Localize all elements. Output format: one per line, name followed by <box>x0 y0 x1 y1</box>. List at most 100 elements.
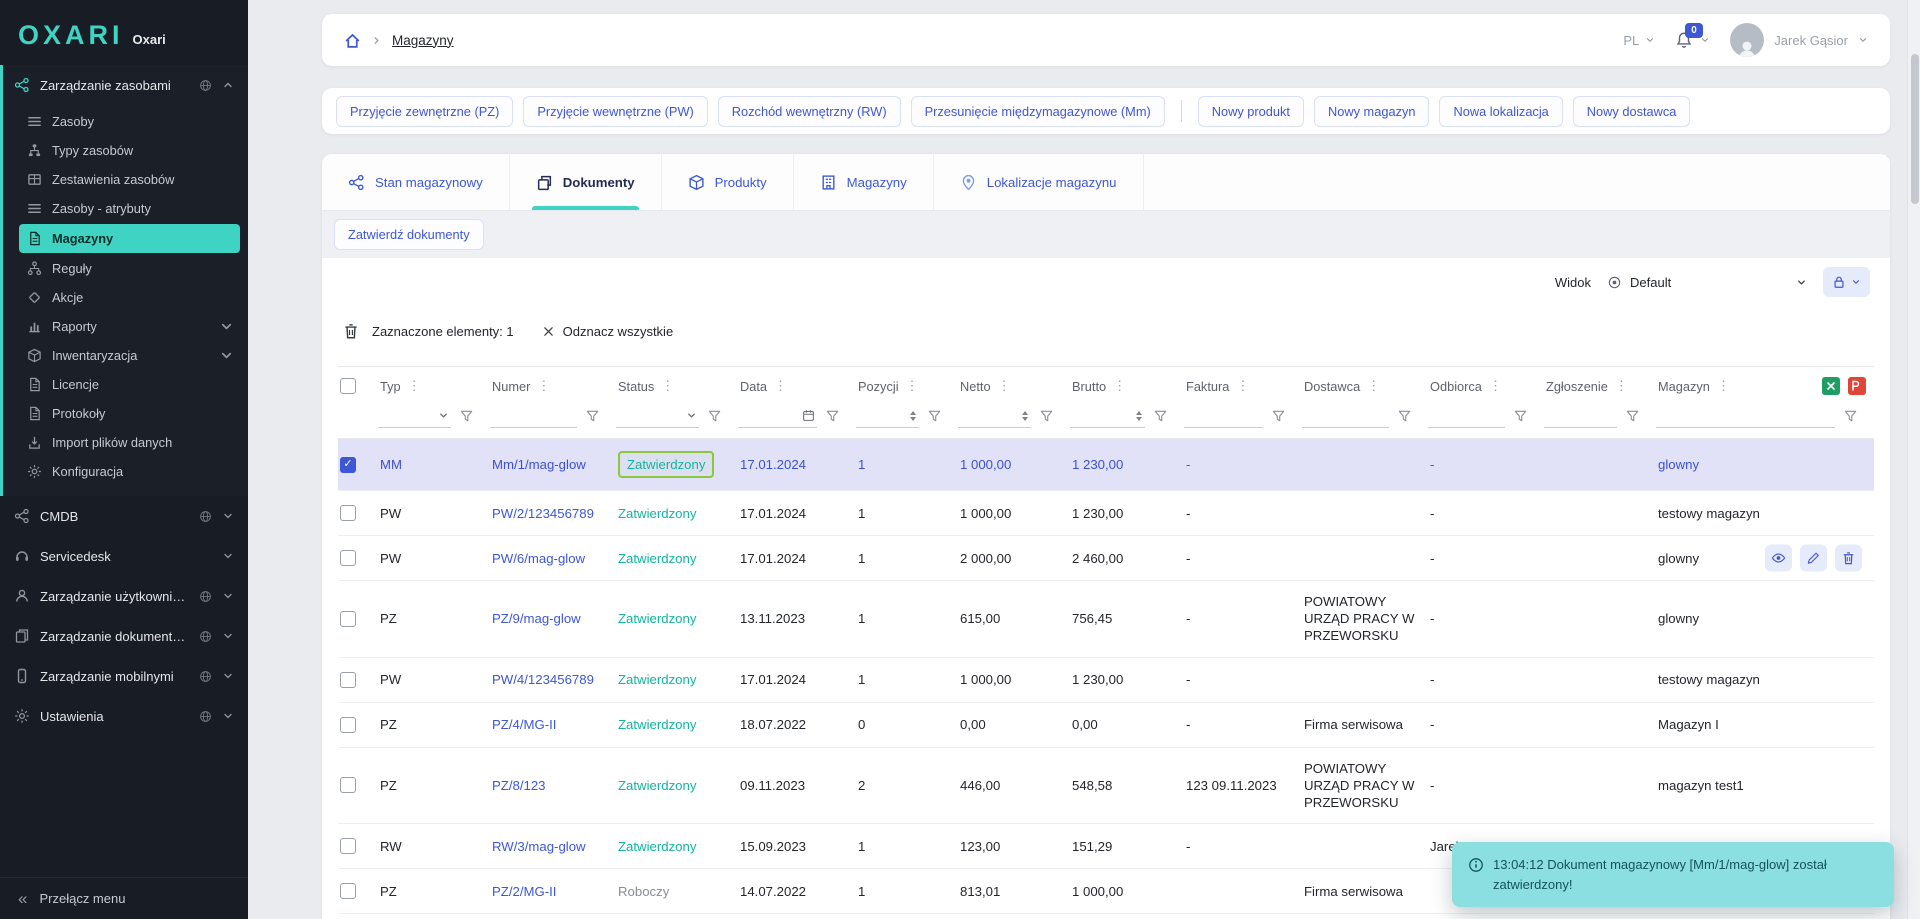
sidebar-item-protokoly[interactable]: Protokoły <box>3 399 248 428</box>
filter-input-pozycji[interactable] <box>856 406 907 426</box>
column-menu-icon[interactable]: ⋮ <box>772 378 789 394</box>
language-selector[interactable]: PL <box>1623 33 1655 48</box>
sidebar-section-ustawienia[interactable]: Ustawienia <box>0 696 248 736</box>
column-header-odbiorca[interactable]: Odbiorca⋮ <box>1428 374 1544 398</box>
column-menu-icon[interactable]: ⋮ <box>1487 378 1504 394</box>
column-menu-icon[interactable]: ⋮ <box>904 378 921 394</box>
filter-input-status[interactable] <box>616 406 684 426</box>
column-menu-icon[interactable]: ⋮ <box>535 378 552 394</box>
sidebar-section-zarzadzanie-zasobami[interactable]: Zarządzanie zasobami <box>3 65 248 105</box>
sidebar-item-zestawienia-zasobow[interactable]: Zestawienia zasobów <box>3 165 248 194</box>
document-number-link[interactable]: PW/6/mag-glow <box>490 538 616 579</box>
view-row-button[interactable] <box>1765 545 1792 572</box>
column-menu-icon[interactable]: ⋮ <box>1365 378 1382 394</box>
number-stepper[interactable] <box>1133 411 1145 421</box>
row-checkbox[interactable] <box>340 883 356 899</box>
table-row[interactable]: PWPW/4/123456789Zatwierdzony17.01.202411… <box>338 658 1874 703</box>
table-row[interactable]: PWPW/2/123456789Zatwierdzony17.01.202411… <box>338 491 1874 536</box>
filter-funnel-icon[interactable] <box>1508 404 1532 428</box>
table-row[interactable]: PZPZ/8/123Zatwierdzony09.11.20232446,005… <box>338 748 1874 824</box>
row-checkbox[interactable] <box>340 672 356 688</box>
sidebar-item-zasoby[interactable]: Zasoby <box>3 107 248 136</box>
row-checkbox[interactable] <box>340 611 356 627</box>
user-menu[interactable]: Jarek Gąsior <box>1730 23 1868 57</box>
column-header-status[interactable]: Status⋮ <box>616 374 738 398</box>
filter-funnel-icon[interactable] <box>820 404 844 428</box>
filter-input-numer[interactable] <box>490 406 577 426</box>
sidebar-item-akcje[interactable]: Akcje <box>3 283 248 312</box>
filter-funnel-icon[interactable] <box>1392 404 1416 428</box>
column-header-typ[interactable]: Typ⋮ <box>378 374 490 398</box>
view-lock-button[interactable] <box>1823 267 1870 297</box>
filter-input-brutto[interactable] <box>1070 406 1133 426</box>
sidebar-item-licencje[interactable]: Licencje <box>3 370 248 399</box>
column-menu-icon[interactable]: ⋮ <box>1715 378 1732 394</box>
number-stepper[interactable] <box>907 411 919 421</box>
tab-lokalizacje-magazynu[interactable]: Lokalizacje magazynu <box>934 154 1144 210</box>
column-header-dostawca[interactable]: Dostawca⋮ <box>1302 374 1428 398</box>
filter-input-data[interactable] <box>738 406 800 426</box>
filter-input-odbiorca[interactable] <box>1428 406 1505 426</box>
document-number-link[interactable]: PW/4/123456789 <box>490 659 616 700</box>
column-menu-icon[interactable]: ⋮ <box>1234 378 1251 394</box>
filter-funnel-icon[interactable] <box>580 404 604 428</box>
row-checkbox[interactable] <box>340 505 356 521</box>
column-header-faktura[interactable]: Faktura⋮ <box>1184 374 1302 398</box>
sidebar-section-zarzadzanie-mobilnymi[interactable]: Zarządzanie mobilnymi <box>0 656 248 696</box>
sidebar-item-inwentaryzacja[interactable]: Inwentaryzacja <box>3 341 248 370</box>
filter-funnel-icon[interactable] <box>1620 404 1644 428</box>
vertical-scrollbar[interactable] <box>1907 0 1920 919</box>
edit-row-button[interactable] <box>1800 545 1827 572</box>
filter-input-zgloszenie[interactable] <box>1544 406 1617 426</box>
column-header-numer[interactable]: Numer⋮ <box>490 374 616 398</box>
number-stepper[interactable] <box>1019 411 1031 421</box>
view-selector[interactable]: Default <box>1607 275 1807 290</box>
filter-dropdown-arrow-icon[interactable] <box>436 410 451 421</box>
tab-stan-magazynowy[interactable]: Stan magazynowy <box>322 154 510 210</box>
row-checkbox[interactable]: ✓ <box>340 457 356 473</box>
nowy-dostawca-button[interactable]: Nowy dostawca <box>1573 96 1691 127</box>
breadcrumb-current[interactable]: Magazyny <box>392 33 454 48</box>
delete-selected-icon[interactable] <box>342 322 360 340</box>
nowy-magazyn-button[interactable]: Nowy magazyn <box>1314 96 1429 127</box>
calendar-icon[interactable] <box>800 409 817 422</box>
action-przyjecie-wewnetrzne-button[interactable]: Przyjęcie wewnętrzne (PW) <box>523 96 707 127</box>
action-przyjecie-zewnetrzne-button[interactable]: Przyjęcie zewnętrzne (PZ) <box>336 96 513 127</box>
action-przesuniecie-button[interactable]: Przesunięcie międzymagazynowe (Mm) <box>911 96 1165 127</box>
scrollbar-thumb[interactable] <box>1911 54 1919 204</box>
deselect-all-button[interactable]: Odznacz wszystkie <box>542 324 674 339</box>
column-menu-icon[interactable]: ⋮ <box>406 378 423 394</box>
export-excel-icon[interactable] <box>1822 377 1840 395</box>
filter-input-magazyn[interactable] <box>1656 406 1835 426</box>
document-number-link[interactable]: PW/2/123456789 <box>490 493 616 534</box>
row-checkbox[interactable] <box>340 777 356 793</box>
column-header-pozycji[interactable]: Pozycji⋮ <box>856 374 958 398</box>
toggle-menu-button[interactable]: « Przełącz menu <box>0 877 248 919</box>
sidebar-item-typy-zasobow[interactable]: Typy zasobów <box>3 136 248 165</box>
document-number-link[interactable]: PZ/4/MG-II <box>490 704 616 745</box>
sidebar-item-konfiguracja[interactable]: Konfiguracja <box>3 457 248 486</box>
document-number-link[interactable]: PZ/9/mag-glow <box>490 598 616 639</box>
filter-funnel-icon[interactable] <box>702 404 726 428</box>
select-all-checkbox[interactable] <box>340 378 356 394</box>
toast-notification[interactable]: 13:04:12 Dokument magazynowy [Mm/1/mag-g… <box>1452 842 1894 907</box>
table-row[interactable]: PZPZ/9/mag-glowZatwierdzony13.11.2023161… <box>338 581 1874 657</box>
row-checkbox[interactable] <box>340 550 356 566</box>
column-header-zgloszenie[interactable]: Zgłoszenie⋮ <box>1544 374 1656 398</box>
column-menu-icon[interactable]: ⋮ <box>659 378 676 394</box>
tab-dokumenty[interactable]: Dokumenty <box>510 154 662 210</box>
approve-documents-button[interactable]: Zatwierdź dokumenty <box>334 219 484 250</box>
notifications-button[interactable]: 0 <box>1675 31 1710 49</box>
filter-funnel-icon[interactable] <box>922 404 946 428</box>
filter-input-dostawca[interactable] <box>1302 406 1389 426</box>
filter-funnel-icon[interactable] <box>1838 404 1862 428</box>
delete-row-button[interactable] <box>1835 545 1862 572</box>
sidebar-item-zasoby-atrybuty[interactable]: Zasoby - atrybuty <box>3 194 248 223</box>
nowy-produkt-button[interactable]: Nowy produkt <box>1198 96 1304 127</box>
tab-produkty[interactable]: Produkty <box>662 154 794 210</box>
filter-input-netto[interactable] <box>958 406 1019 426</box>
row-checkbox[interactable] <box>340 717 356 733</box>
column-menu-icon[interactable]: ⋮ <box>996 378 1013 394</box>
sidebar-section-servicedesk[interactable]: Servicedesk <box>0 536 248 576</box>
table-row[interactable]: ✓MMMm/1/mag-glowZatwierdzony17.01.202411… <box>338 439 1874 491</box>
